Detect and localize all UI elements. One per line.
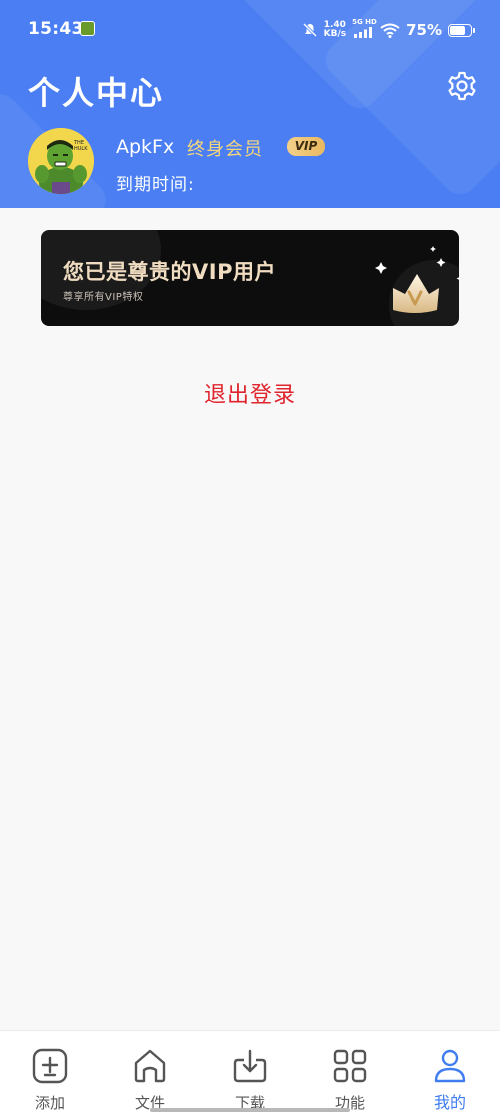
expiry-label: 到期时间: <box>116 175 195 195</box>
battery-percent: 75% <box>406 21 442 39</box>
mute-icon <box>302 22 318 38</box>
logout-button[interactable]: 退出登录 <box>0 377 500 409</box>
bottom-navigation: 添加 文件 下载 功能 我的 <box>0 1030 500 1115</box>
nav-label: 添加 <box>34 1094 65 1112</box>
vip-banner[interactable]: 您已是尊贵的VIP用户 尊享所有VIP特权 <box>41 230 459 326</box>
nav-item-files[interactable]: 文件 <box>100 1031 200 1115</box>
vip-banner-subtitle: 尊享所有VIP特权 <box>63 292 144 303</box>
grid-icon <box>333 1049 367 1083</box>
wifi-icon <box>380 23 400 38</box>
status-indicators: 1.40 KB/s 5G HD 75% <box>302 18 475 42</box>
member-type: 终身会员 <box>187 139 263 160</box>
download-icon <box>233 1049 267 1083</box>
network-speed-unit: KB/s <box>323 29 347 39</box>
nav-item-mine[interactable]: 我的 <box>400 1031 500 1115</box>
profile-header: 15:43 1.40 KB/s 5G HD 75% 个人中心 THE HULK … <box>0 0 500 208</box>
battery-icon <box>448 23 475 37</box>
network-type: 5G HD <box>352 18 377 26</box>
svg-text:HULK: HULK <box>74 146 88 152</box>
hulk-avatar: THE HULK <box>28 128 94 194</box>
vip-banner-title: 您已是尊贵的VIP用户 <box>63 260 276 284</box>
status-bar: 15:43 1.40 KB/s 5G HD 75% <box>0 0 500 60</box>
app-notification-icon <box>80 21 95 36</box>
home-icon <box>134 1049 166 1083</box>
settings-button[interactable] <box>446 70 478 102</box>
home-indicator[interactable] <box>150 1108 350 1112</box>
avatar[interactable]: THE HULK <box>28 128 94 194</box>
user-icon <box>434 1049 466 1083</box>
gear-icon <box>448 71 476 101</box>
nav-item-download[interactable]: 下载 <box>200 1031 300 1115</box>
add-square-icon <box>32 1048 68 1084</box>
network-speed: 1.40 KB/s <box>324 21 346 39</box>
signal-icon <box>354 27 373 38</box>
page-title: 个人中心 <box>28 74 165 112</box>
status-time: 15:43 <box>28 19 84 39</box>
vip-badge: VIP <box>287 137 325 156</box>
signal-group: 5G HD <box>352 18 377 39</box>
nav-item-features[interactable]: 功能 <box>300 1031 400 1115</box>
username: ApkFx <box>116 136 175 158</box>
nav-label: 我的 <box>433 1093 466 1112</box>
nav-item-add[interactable]: 添加 <box>0 1031 100 1115</box>
crown-icon <box>375 246 459 313</box>
